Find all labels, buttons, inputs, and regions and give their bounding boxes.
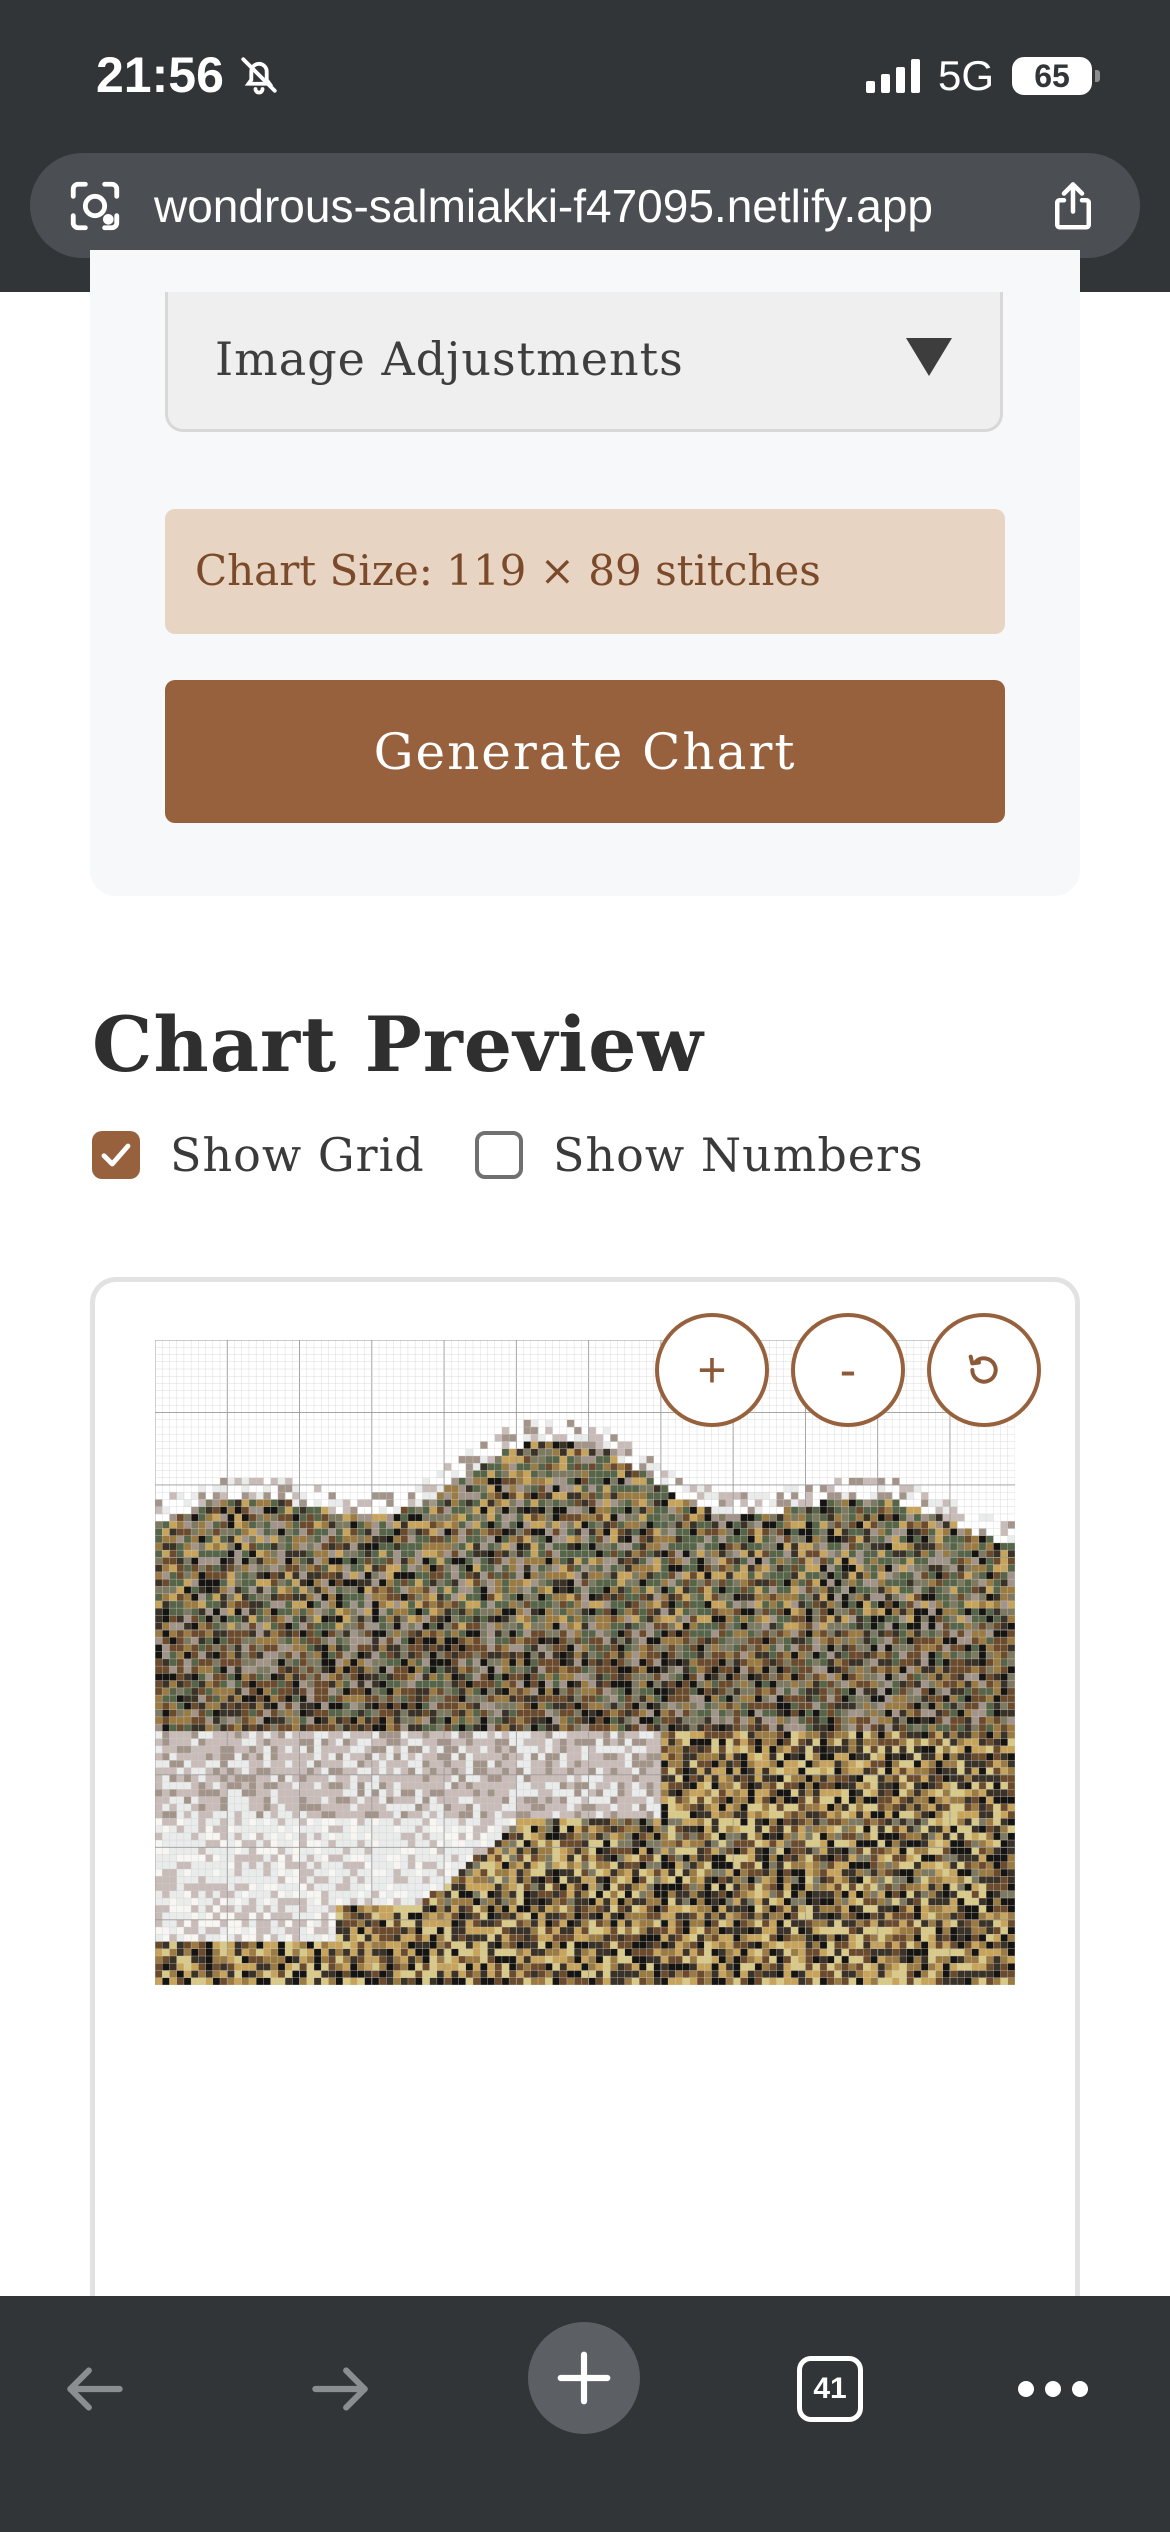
- address-bar[interactable]: wondrous-salmiakki-f47095.netlify.app: [30, 153, 1140, 258]
- chart-size-text: Chart Size: 119 × 89 stitches: [195, 546, 821, 595]
- zoom-out-button[interactable]: -: [791, 1313, 905, 1427]
- plus-icon: [557, 2351, 611, 2405]
- show-grid-label[interactable]: Show Grid: [170, 1128, 425, 1182]
- show-numbers-label[interactable]: Show Numbers: [553, 1128, 924, 1182]
- forward-button[interactable]: [285, 2334, 395, 2444]
- show-grid-option[interactable]: Show Grid: [92, 1128, 425, 1182]
- triangle-down-icon: [906, 338, 952, 376]
- tab-count-icon: 41: [797, 2356, 863, 2422]
- more-dots-icon: [1018, 2381, 1088, 2397]
- lens-icon[interactable]: [66, 177, 124, 235]
- show-grid-checkbox[interactable]: [92, 1131, 140, 1179]
- new-tab-button[interactable]: [528, 2322, 640, 2434]
- signal-icon: [865, 59, 920, 93]
- share-icon[interactable]: [1046, 179, 1100, 235]
- status-time-text: 21:56: [96, 47, 224, 103]
- image-adjustments-dropdown[interactable]: Image Adjustments: [165, 292, 1003, 432]
- browser-bottom-bar: 41: [0, 2296, 1170, 2532]
- arrow-right-icon: [312, 2367, 368, 2411]
- reset-zoom-button[interactable]: [927, 1313, 1041, 1427]
- generate-chart-button[interactable]: Generate Chart: [165, 680, 1005, 823]
- tabs-button[interactable]: 41: [775, 2334, 885, 2444]
- show-numbers-checkbox[interactable]: [475, 1131, 523, 1179]
- battery-level: 65: [1034, 57, 1070, 94]
- status-time: 21:56: [96, 46, 280, 104]
- status-indicators: 5G 65: [865, 52, 1100, 100]
- checkmark-icon: [101, 1143, 131, 1167]
- battery-icon: 65: [1012, 57, 1100, 95]
- url-text[interactable]: wondrous-salmiakki-f47095.netlify.app: [154, 179, 933, 233]
- tab-count: 41: [813, 2372, 847, 2405]
- more-menu-button[interactable]: [998, 2334, 1108, 2444]
- chart-size-info: Chart Size: 119 × 89 stitches: [165, 509, 1005, 634]
- image-adjustments-label: Image Adjustments: [215, 332, 684, 386]
- reset-icon: [968, 1354, 998, 1384]
- network-label: 5G: [937, 52, 994, 99]
- browser-top-bar: 21:56 5G 65 wondrous-salmiakki-f47095.ne…: [0, 0, 1170, 292]
- stitch-chart-canvas[interactable]: [155, 1340, 1015, 1985]
- back-button[interactable]: [40, 2334, 150, 2444]
- chart-preview-title: Chart Preview: [92, 1000, 704, 1089]
- arrow-left-icon: [67, 2367, 123, 2411]
- zoom-in-button[interactable]: +: [655, 1313, 769, 1427]
- show-numbers-option[interactable]: Show Numbers: [475, 1128, 924, 1182]
- silent-bell-icon: [241, 57, 277, 95]
